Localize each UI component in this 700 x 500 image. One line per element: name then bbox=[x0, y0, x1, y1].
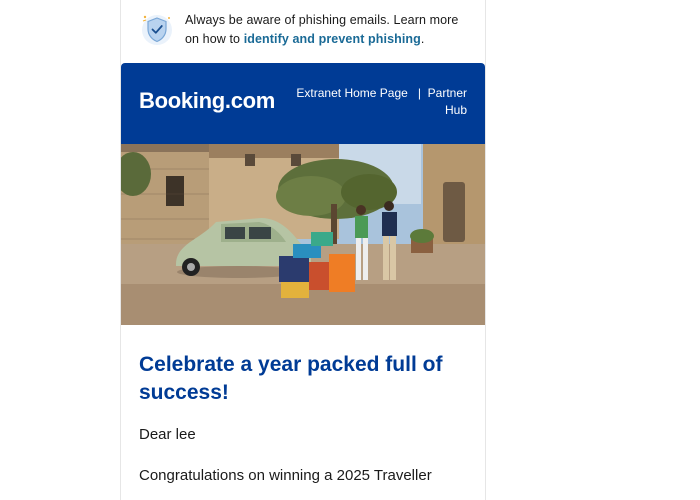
shield-check-icon bbox=[142, 15, 172, 45]
nav-separator: | bbox=[417, 86, 421, 100]
booking-logo[interactable]: Booking.com bbox=[139, 88, 275, 114]
phishing-banner: Always be aware of phishing emails. Lear… bbox=[121, 0, 485, 63]
greeting-text: Dear lee bbox=[139, 426, 196, 443]
phishing-info-link[interactable]: identify and prevent phishing bbox=[244, 32, 421, 46]
header-nav: Extranet Home Page | Partner Hub bbox=[277, 85, 467, 119]
phishing-notice-text: Always be aware of phishing emails. Lear… bbox=[185, 11, 475, 49]
phishing-notice-end: . bbox=[420, 32, 425, 46]
email-container: Always be aware of phishing emails. Lear… bbox=[120, 0, 486, 500]
email-headline: Celebrate a year packed full of success! bbox=[139, 353, 443, 404]
email-body: Celebrate a year packed full of success!… bbox=[121, 325, 485, 486]
partner-hub-link[interactable]: Partner Hub bbox=[428, 86, 467, 117]
hero-image bbox=[121, 144, 485, 325]
congrats-text: Congratulations on winning a 2025 Travel… bbox=[139, 467, 432, 484]
email-header: Booking.com Extranet Home Page | Partner… bbox=[121, 63, 485, 144]
extranet-home-link[interactable]: Extranet Home Page bbox=[296, 86, 407, 100]
